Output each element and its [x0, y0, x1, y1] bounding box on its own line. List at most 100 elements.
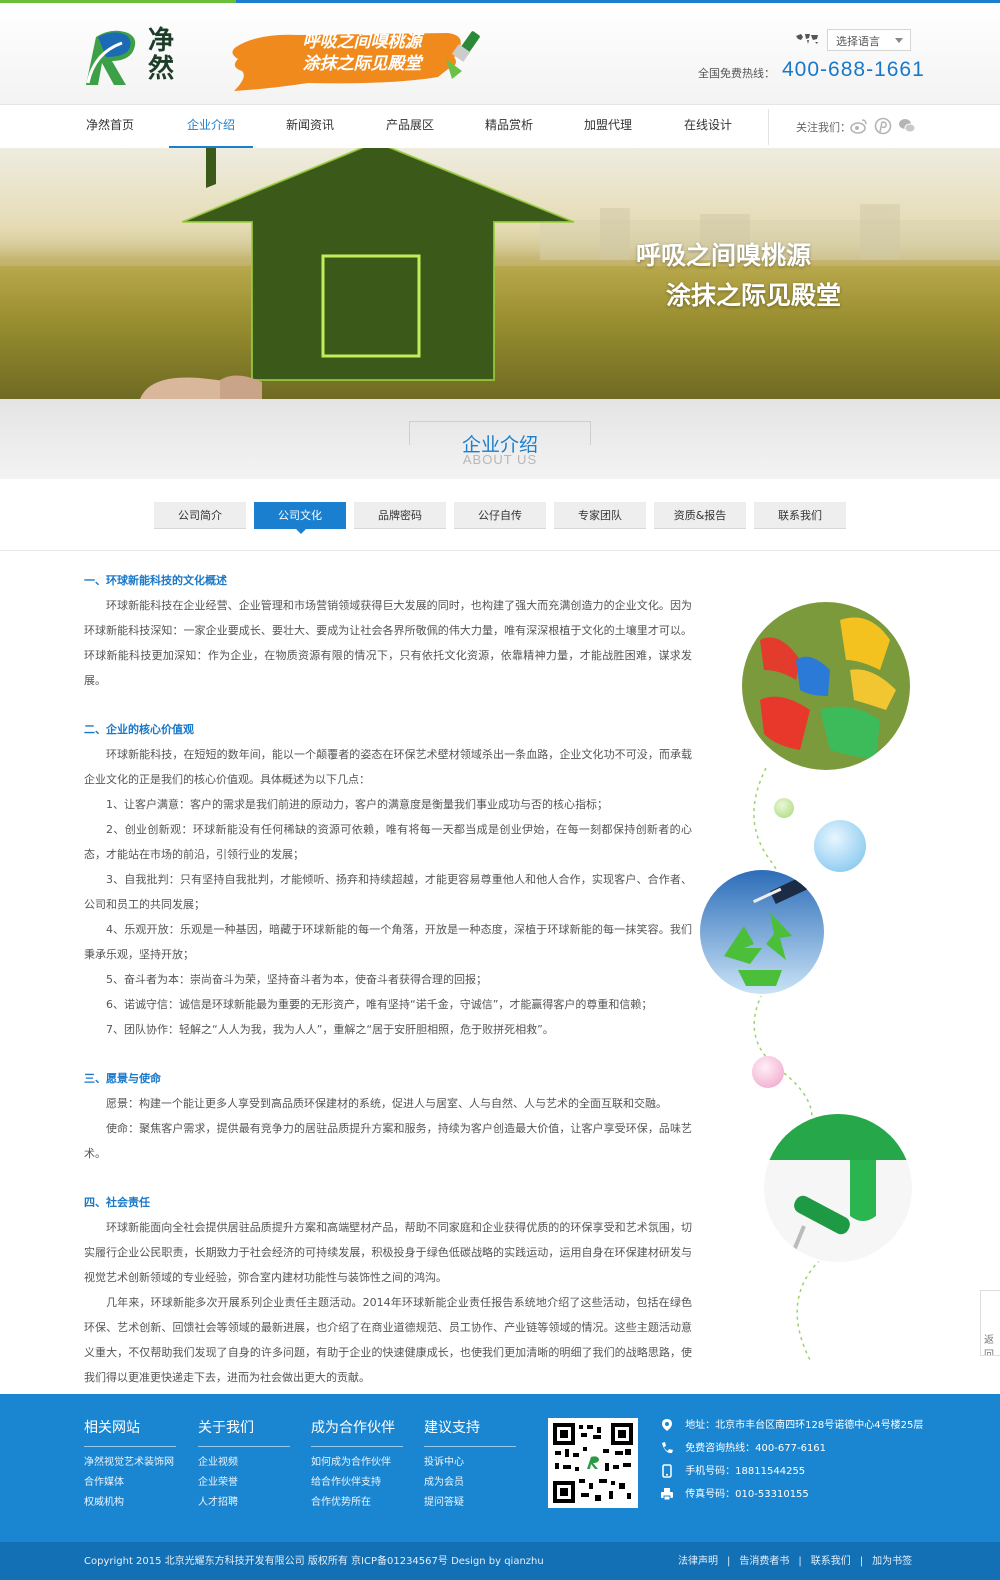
fax-icon: [660, 1487, 674, 1501]
tab-label: 专家团队: [578, 509, 622, 522]
hero-banner: 呼吸之间嗅桃源 涂抹之际见殿堂: [0, 148, 1000, 399]
paragraph: 环球新能科技在企业经营、企业管理和市场营销领域获得巨大发展的同时，也构建了强大而…: [84, 599, 692, 687]
list-item: 5、奋斗者为本：崇尚奋斗为荣，坚持奋斗者为本，使奋斗者获得合理的回报；: [106, 973, 487, 986]
tab-label: 品牌密码: [378, 509, 422, 522]
language-select-value: 选择语言: [836, 35, 880, 48]
section-heading: 一、环球新能科技的文化概述: [84, 574, 227, 587]
tab-brand-code[interactable]: 品牌密码: [354, 502, 446, 529]
tab-mascot-story[interactable]: 公仔自传: [454, 502, 546, 529]
tab-company-culture[interactable]: 公司文化: [254, 502, 346, 534]
chevron-down-icon: [895, 38, 903, 43]
world-map-icon: [796, 34, 818, 44]
banner-slogan: 呼吸之间嗅桃源 涂抹之际见殿堂: [636, 236, 896, 316]
nav-item-design[interactable]: 在线设计: [666, 105, 750, 149]
footer-link[interactable]: 人才招聘: [198, 1493, 290, 1513]
tab-label: 公仔自传: [478, 509, 522, 522]
contact-mobile: 手机号码：18811544255: [660, 1464, 805, 1480]
paragraph: 环球新能面向全社会提供居驻品质提升方案和高端壁材产品，帮助不同家庭和企业获得优质…: [84, 1221, 692, 1284]
footer-col-title: 成为合作伙伴: [311, 1418, 403, 1447]
qr-code-icon: [553, 1423, 633, 1503]
footer-col-partner: 成为合作伙伴 如何成为合作伙伴 给合作伙伴支持 合作优势所在: [311, 1418, 403, 1513]
link-legal[interactable]: 法律声明: [678, 1556, 718, 1567]
article-content: 一、环球新能科技的文化概述 环球新能科技在企业经营、企业管理和市场营销领域获得巨…: [84, 568, 692, 1390]
footer-link[interactable]: 权威机构: [84, 1493, 176, 1513]
footer-link[interactable]: 企业荣誉: [198, 1473, 290, 1493]
footer-link[interactable]: 如何成为合作伙伴: [311, 1453, 403, 1473]
hotline-number: 400-688-1661: [782, 58, 925, 81]
hotline-label: 全国免费热线：: [698, 67, 775, 80]
follow-label: 关注我们：: [796, 121, 851, 134]
logo-text: 净然: [148, 26, 176, 84]
paragraph: 愿景：构建一个能让更多人享受到高品质环保建材的系统，促进人与居室、人与自然、人与…: [106, 1097, 667, 1110]
paragraph: 环球新能科技，在短短的数年间，能以一个颠覆者的姿态在环保艺术壁材领域杀出一条血路…: [84, 748, 692, 786]
site-footer: 相关网站 净然视觉艺术装饰网 合作媒体 权威机构 关于我们 企业视频 企业荣誉 …: [0, 1394, 1000, 1542]
footer-link[interactable]: 企业视频: [198, 1453, 290, 1473]
list-item: 3、自我批判：只有坚持自我批判，才能倾听、扬弃和持续超越，才能更容易尊重他人和他…: [84, 873, 692, 911]
list-item: 7、团队协作：轻解之“人人为我，我为人人”，重解之“居于安肝胆相照，危于败拼死相…: [106, 1023, 554, 1036]
footer-col-title: 相关网站: [84, 1418, 176, 1447]
section-heading: 四、社会责任: [84, 1196, 150, 1209]
main-nav: 净然首页 企业介绍 新闻资讯 产品展区 精品赏析 加盟代理 在线设计 关注我们：: [0, 104, 1000, 149]
tab-label: 资质&报告: [673, 509, 727, 522]
banner-line-1: 呼吸之间嗅桃源: [636, 241, 812, 270]
contact-fax: 传真号码：010-53310155: [660, 1487, 809, 1503]
pinterest-icon[interactable]: [874, 117, 892, 135]
footer-link[interactable]: 合作媒体: [84, 1473, 176, 1493]
section-subtitle: ABOUT US: [462, 452, 538, 467]
footer-col-title: 建议支持: [424, 1418, 516, 1447]
footer-link[interactable]: 给合作伙伴支持: [311, 1473, 403, 1493]
nav-item-franchise[interactable]: 加盟代理: [566, 105, 650, 149]
footer-link[interactable]: 投诉中心: [424, 1453, 516, 1473]
tab-label: 公司简介: [178, 509, 222, 522]
location-pin-icon: [660, 1418, 674, 1432]
tab-company-intro[interactable]: 公司简介: [154, 502, 246, 529]
slogan-text: 呼吸之间嗅桃源 涂抹之际见殿堂: [272, 31, 452, 75]
separator: |: [798, 1556, 802, 1567]
slogan-brush-banner: 呼吸之间嗅桃源 涂抹之际见殿堂: [228, 27, 498, 93]
site-logo[interactable]: 净然: [82, 23, 202, 89]
tab-expert-team[interactable]: 专家团队: [554, 502, 646, 529]
footer-link[interactable]: 净然视觉艺术装饰网: [84, 1453, 176, 1473]
footer-col-about: 关于我们 企业视频 企业荣誉 人才招聘: [198, 1418, 290, 1513]
nav-divider: [768, 109, 769, 145]
footer-col-support: 建议支持 投诉中心 成为会员 提问答疑: [424, 1418, 516, 1513]
footer-col-title: 关于我们: [198, 1418, 290, 1447]
link-consumer-notice[interactable]: 告消费者书: [739, 1556, 789, 1567]
site-header: 净然 呼吸之间嗅桃源 涂抹之际见殿堂 选择语言 全国免费热线： 400-688-…: [0, 3, 1000, 104]
qr-code: [548, 1418, 638, 1508]
banner-line-2: 涂抹之际见殿堂: [666, 281, 842, 310]
phone-icon: [660, 1441, 674, 1455]
nav-item-showcase[interactable]: 精品赏析: [467, 105, 551, 149]
list-item: 4、乐观开放：乐观是一种基因，暗藏于环球新能的每一个角落，开放是一种态度，深植于…: [84, 923, 692, 961]
slogan-line-1: 呼吸之间嗅桃源: [302, 32, 422, 52]
link-bookmark[interactable]: 加为书签: [872, 1556, 912, 1567]
section-heading: 三、愿景与使命: [84, 1072, 161, 1085]
footer-link[interactable]: 提问答疑: [424, 1493, 516, 1513]
paragraph: 使命：聚焦客户需求，提供最有竞争力的居驻品质提升方案和服务，持续为客户创造最大价…: [84, 1122, 692, 1160]
mobile-phone-icon: [660, 1464, 674, 1478]
footer-bottom-bar: Copyright 2015 北京光耀东方科技开发有限公司 版权所有 京ICP备…: [0, 1542, 1000, 1580]
footer-link[interactable]: 成为会员: [424, 1473, 516, 1493]
wechat-icon[interactable]: [898, 117, 916, 135]
footer-link[interactable]: 合作优势所在: [311, 1493, 403, 1513]
nav-item-news[interactable]: 新闻资讯: [268, 105, 352, 149]
tab-label: 公司文化: [278, 509, 322, 522]
back-to-top-button[interactable]: 返回: [980, 1290, 1000, 1356]
link-contact[interactable]: 联系我们: [811, 1556, 851, 1567]
tab-label: 联系我们: [778, 509, 822, 522]
address-text: 地址：北京市丰台区南四环128号诺德中心4号楼25层: [685, 1420, 924, 1431]
footer-col-related: 相关网站 净然视觉艺术装饰网 合作媒体 权威机构: [84, 1418, 176, 1513]
nav-item-home[interactable]: 净然首页: [68, 105, 152, 149]
language-select[interactable]: 选择语言: [827, 29, 911, 51]
separator: |: [727, 1556, 731, 1567]
list-item: 2、创业创新观：环球新能没有任何稀缺的资源可依赖，唯有将每一天都当成是创业伊始，…: [84, 823, 692, 861]
tab-certificates[interactable]: 资质&报告: [654, 502, 746, 529]
nav-item-products[interactable]: 产品展区: [368, 105, 452, 149]
separator: |: [859, 1556, 864, 1567]
decorative-circles-graphic: [700, 600, 914, 1361]
nav-item-about[interactable]: 企业介绍: [169, 105, 253, 149]
paragraph: 几年来，环球新能多次开展系列企业责任主题活动。2014年环球新能企业责任报告系统…: [84, 1296, 692, 1384]
tab-contact[interactable]: 联系我们: [754, 502, 846, 529]
list-item: 1、让客户满意：客户的需求是我们前进的原动力，客户的满意度是衡量我们事业成功与否…: [106, 798, 608, 811]
weibo-icon[interactable]: [850, 117, 868, 135]
